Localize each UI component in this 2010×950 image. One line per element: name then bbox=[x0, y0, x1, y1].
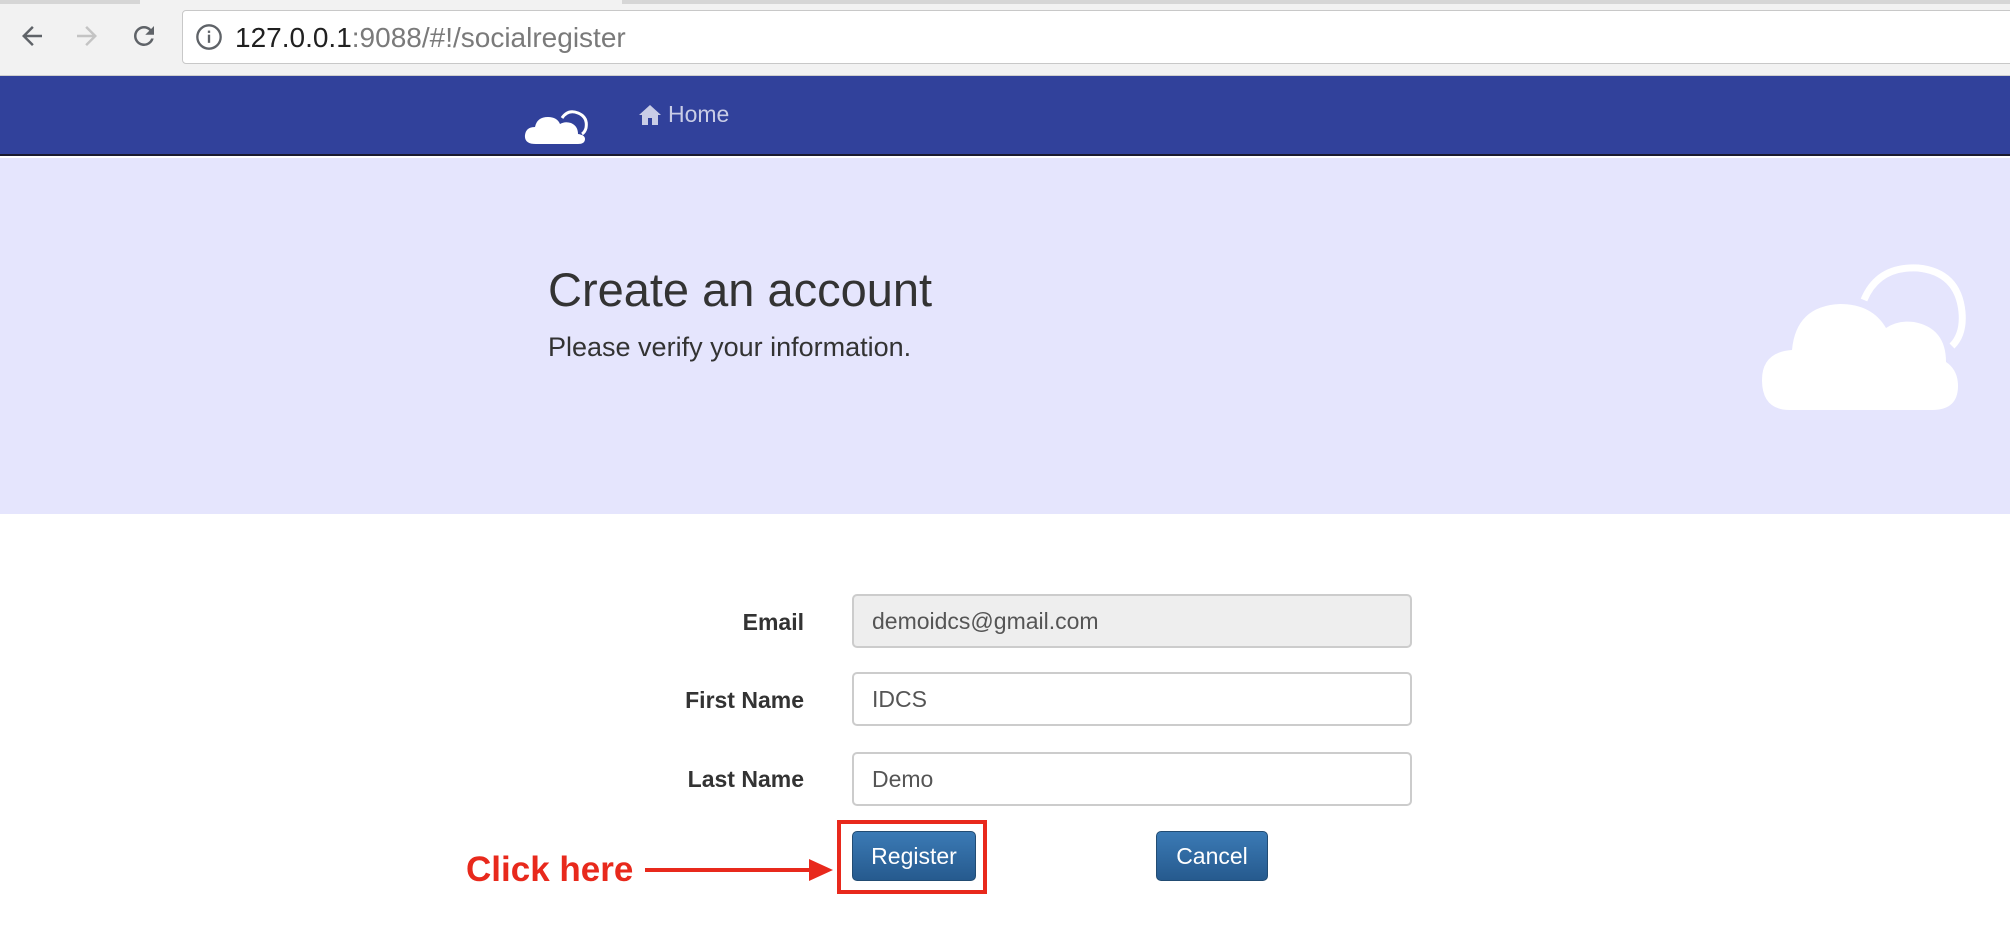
highlight-box bbox=[837, 820, 987, 894]
email-field[interactable] bbox=[852, 594, 1412, 648]
url-host: 127.0.0.1 bbox=[235, 22, 352, 53]
email-label: Email bbox=[742, 609, 804, 635]
first-name-field[interactable] bbox=[852, 672, 1412, 726]
callout-text: Click here bbox=[466, 850, 634, 889]
back-button[interactable] bbox=[12, 16, 52, 56]
forward-button[interactable] bbox=[67, 16, 107, 56]
arrow-right-icon bbox=[77, 26, 97, 46]
browser-toolbar: 127.0.0.1:9088/#!/socialregister bbox=[0, 0, 2010, 76]
nav-home-link[interactable]: Home bbox=[638, 101, 729, 128]
arrow-right-icon bbox=[645, 859, 833, 881]
home-icon bbox=[639, 104, 661, 125]
info-icon[interactable] bbox=[195, 23, 223, 51]
reload-button[interactable] bbox=[124, 16, 164, 56]
cloud-icon[interactable] bbox=[522, 104, 592, 146]
address-bar[interactable]: 127.0.0.1:9088/#!/socialregister bbox=[182, 10, 2010, 64]
nav-home-label: Home bbox=[668, 101, 730, 127]
reload-icon bbox=[134, 25, 154, 46]
cloud-icon bbox=[1762, 264, 1966, 410]
tab-strip bbox=[0, 0, 140, 4]
hero-banner: Create an account Please verify your inf… bbox=[0, 158, 2010, 514]
page-subtitle: Please verify your information. bbox=[548, 332, 912, 362]
url-text[interactable]: 127.0.0.1:9088/#!/socialregister bbox=[235, 22, 626, 54]
tab-strip bbox=[622, 0, 2010, 4]
cancel-button[interactable]: Cancel bbox=[1156, 831, 1268, 881]
last-name-label: Last Name bbox=[687, 766, 804, 792]
first-name-label: First Name bbox=[685, 687, 804, 713]
url-path: :9088/#!/socialregister bbox=[351, 22, 626, 53]
arrow-left-icon bbox=[22, 26, 42, 46]
site-navbar: Home bbox=[0, 76, 2010, 156]
last-name-field[interactable] bbox=[852, 752, 1412, 806]
page-title: Create an account bbox=[548, 263, 933, 316]
